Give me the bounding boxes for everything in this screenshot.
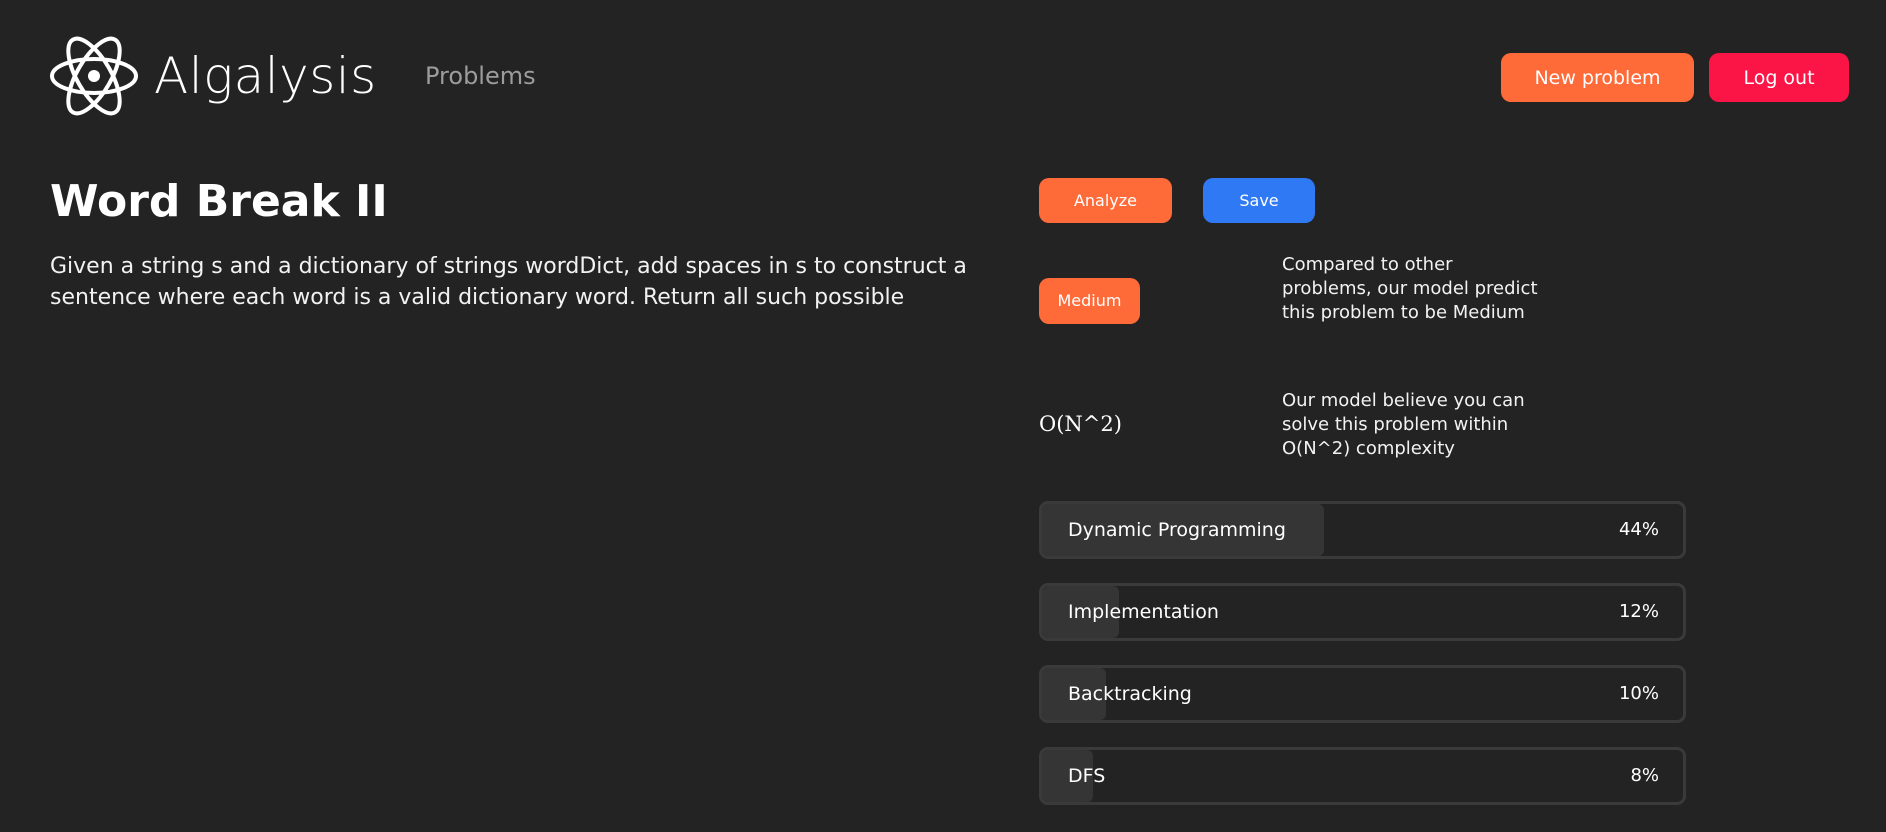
difficulty-badge: Medium	[1039, 278, 1140, 324]
page: Algalysis Problems New problem Log out W…	[0, 0, 1886, 832]
tag-name: Backtracking	[1068, 683, 1192, 705]
complexity-note: Our model believe you can solve this pro…	[1282, 390, 1525, 459]
tag-name: Dynamic Programming	[1068, 519, 1286, 541]
logout-button[interactable]: Log out	[1709, 53, 1849, 102]
tag-percent: 44%	[1618, 519, 1659, 540]
tag-percent: 12%	[1618, 601, 1659, 622]
tag-bar: DFS 8%	[1039, 747, 1686, 805]
new-problem-button[interactable]: New problem	[1501, 53, 1694, 102]
nav-problems-link[interactable]: Problems	[425, 62, 536, 90]
brand-link[interactable]: Algalysis	[48, 36, 377, 116]
analyze-button[interactable]: Analyze	[1039, 178, 1172, 223]
tag-list: Dynamic Programming 44% Implementation 1…	[1039, 501, 1686, 829]
problem-title: Word Break II	[50, 176, 388, 227]
complexity-value: O(N^2)	[1039, 412, 1122, 436]
tag-bar: Implementation 12%	[1039, 583, 1686, 641]
tag-percent: 10%	[1618, 683, 1659, 704]
difficulty-note: Compared to other problems, our model pr…	[1282, 254, 1538, 323]
save-button[interactable]: Save	[1203, 178, 1315, 223]
brand-name: Algalysis	[154, 47, 377, 105]
atom-icon	[50, 36, 138, 116]
tag-name: Implementation	[1068, 601, 1219, 623]
tag-name: DFS	[1068, 765, 1106, 787]
problem-description: Given a string s and a dictionary of str…	[50, 254, 967, 310]
tag-bar: Backtracking 10%	[1039, 665, 1686, 723]
tag-bar: Dynamic Programming 44%	[1039, 501, 1686, 559]
tag-percent: 8%	[1630, 765, 1659, 786]
